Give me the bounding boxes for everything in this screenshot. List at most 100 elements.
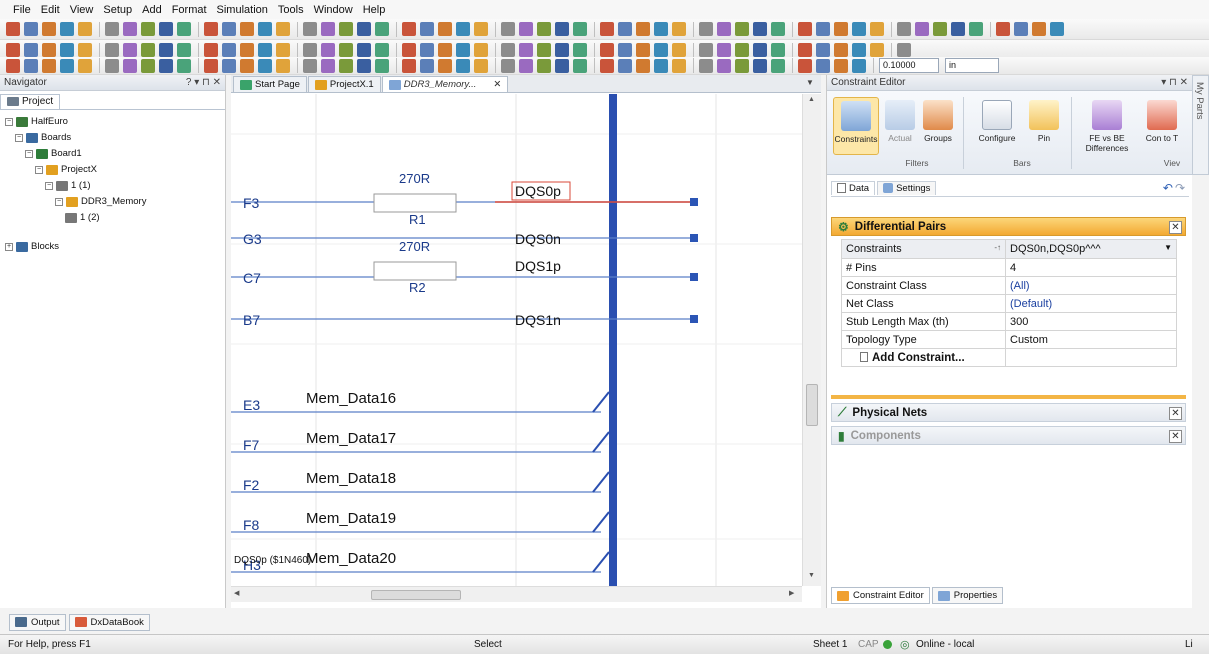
hscroll-thumb[interactable] bbox=[371, 590, 461, 600]
toolbar-tool-icon[interactable] bbox=[501, 43, 515, 57]
toolbar-tool-icon[interactable] bbox=[204, 22, 218, 36]
add-constraint-row[interactable]: Add Constraint... bbox=[841, 348, 1177, 367]
tab-project[interactable]: Project bbox=[0, 94, 61, 109]
toolbar-tool-icon[interactable] bbox=[969, 22, 983, 36]
toolbar-tool-icon[interactable] bbox=[24, 43, 38, 57]
expand-toggle-icon[interactable]: − bbox=[5, 117, 13, 126]
menu-add[interactable]: Add bbox=[137, 4, 167, 16]
menu-setup[interactable]: Setup bbox=[98, 4, 137, 16]
toolbar-tool-icon[interactable] bbox=[240, 43, 254, 57]
tree-item[interactable]: − ProjectX bbox=[35, 163, 97, 176]
toolbar-tool-icon[interactable] bbox=[420, 58, 434, 73]
fe-vs-be-button[interactable]: FE vs BE Differences bbox=[1075, 100, 1139, 153]
toolbar-tool-icon[interactable] bbox=[42, 22, 56, 36]
toolbar-tool-icon[interactable] bbox=[456, 58, 470, 73]
toolbar-tool-icon[interactable] bbox=[375, 58, 389, 73]
toolbar-tool-icon[interactable] bbox=[897, 43, 911, 57]
toolbar-tool-icon[interactable] bbox=[636, 43, 650, 57]
toolbar-tool-icon[interactable] bbox=[222, 58, 236, 73]
toolbar-tool-icon[interactable] bbox=[852, 58, 866, 73]
toolbar-tool-icon[interactable] bbox=[60, 22, 74, 36]
groups-button[interactable]: Groups bbox=[915, 100, 961, 143]
toolbar-tool-icon[interactable] bbox=[357, 58, 371, 73]
toolbar-tool-icon[interactable] bbox=[78, 43, 92, 57]
tree-item[interactable]: − Boards bbox=[15, 131, 71, 144]
toolbar-tool-icon[interactable] bbox=[1032, 22, 1046, 36]
redo-icon[interactable]: ↷ bbox=[1175, 181, 1185, 195]
toolbar-tool-icon[interactable] bbox=[1014, 22, 1028, 36]
tab-dxdatabook[interactable]: DxDataBook bbox=[68, 613, 150, 631]
scroll-thumb[interactable] bbox=[806, 384, 818, 426]
toolbar-tool-icon[interactable] bbox=[654, 22, 668, 36]
toolbar-tool-icon[interactable] bbox=[573, 58, 587, 73]
toolbar-tool-icon[interactable] bbox=[6, 43, 20, 57]
toolbar-tool-icon[interactable] bbox=[555, 58, 569, 73]
close-tab-icon[interactable]: ✕ bbox=[493, 79, 501, 90]
expand-toggle-icon[interactable]: − bbox=[25, 149, 33, 158]
toolbar-tool-icon[interactable] bbox=[303, 58, 317, 73]
toolbar-tool-icon[interactable] bbox=[375, 43, 389, 57]
toolbar-tool-icon[interactable] bbox=[699, 43, 713, 57]
toolbar-tool-icon[interactable] bbox=[654, 43, 668, 57]
tab-settings[interactable]: Settings bbox=[877, 180, 937, 195]
toolbar-tool-icon[interactable] bbox=[303, 43, 317, 57]
toolbar-tool-icon[interactable] bbox=[456, 43, 470, 57]
toolbar-tool-icon[interactable] bbox=[996, 22, 1010, 36]
toolbar-tool-icon[interactable] bbox=[798, 22, 812, 36]
constraint-value[interactable]: 4 bbox=[1005, 258, 1177, 277]
toolbar-tool-icon[interactable] bbox=[870, 22, 884, 36]
table-row[interactable]: Constraint Class (All) bbox=[841, 276, 1177, 295]
toolbar-tool-icon[interactable] bbox=[618, 58, 632, 73]
toolbar-tool-icon[interactable] bbox=[771, 43, 785, 57]
toolbar-tool-icon[interactable] bbox=[735, 58, 749, 73]
menu-view[interactable]: View bbox=[65, 4, 99, 16]
menu-edit[interactable]: Edit bbox=[36, 4, 65, 16]
toolbar-tool-icon[interactable] bbox=[852, 43, 866, 57]
tree-item[interactable]: − Board1 bbox=[25, 147, 82, 160]
close-differential-pairs-icon[interactable]: ✕ bbox=[1169, 221, 1182, 234]
scroll-left-icon[interactable]: ◀ bbox=[234, 589, 239, 597]
toolbar-tool-icon[interactable] bbox=[654, 58, 668, 73]
my-parts-side-tab[interactable]: My Parts bbox=[1192, 75, 1209, 175]
toolbar-tool-icon[interactable] bbox=[60, 58, 74, 73]
toolbar-tool-icon[interactable] bbox=[204, 43, 218, 57]
toolbar-tool-icon[interactable] bbox=[753, 22, 767, 36]
toolbar-tool-icon[interactable] bbox=[636, 22, 650, 36]
expand-toggle-icon[interactable]: − bbox=[35, 165, 43, 174]
con-to-t-button[interactable]: Con to T bbox=[1137, 100, 1187, 143]
tree-item[interactable]: − HalfEuro bbox=[5, 115, 68, 128]
toolbar-tool-icon[interactable] bbox=[555, 43, 569, 57]
toolbar-tool-icon[interactable] bbox=[42, 43, 56, 57]
toolbar-tool-icon[interactable] bbox=[573, 43, 587, 57]
toolbar-tool-icon[interactable] bbox=[501, 58, 515, 73]
toolbar-tool-icon[interactable] bbox=[258, 43, 272, 57]
toolbar-tool-icon[interactable] bbox=[24, 22, 38, 36]
toolbar-tool-icon[interactable] bbox=[276, 43, 290, 57]
toolbar-tool-icon[interactable] bbox=[123, 58, 137, 73]
toolbar-tool-icon[interactable] bbox=[456, 22, 470, 36]
toolbar-tool-icon[interactable] bbox=[573, 22, 587, 36]
table-row[interactable]: # Pins 4 bbox=[841, 258, 1177, 277]
toolbar-tool-icon[interactable] bbox=[672, 43, 686, 57]
toolbar-tool-icon[interactable] bbox=[537, 22, 551, 36]
toolbar-tool-icon[interactable] bbox=[618, 22, 632, 36]
toolbar-tool-icon[interactable] bbox=[474, 58, 488, 73]
toolbar-tool-icon[interactable] bbox=[339, 58, 353, 73]
menu-help[interactable]: Help bbox=[358, 4, 391, 16]
toolbar-tool-icon[interactable] bbox=[78, 22, 92, 36]
vertical-scrollbar[interactable]: ▲ ▼ bbox=[802, 94, 821, 586]
toolbar-tool-icon[interactable] bbox=[123, 22, 137, 36]
tab-data[interactable]: Data bbox=[831, 180, 876, 195]
pair-selector[interactable]: DQS0n,DQS0p^^^ ▼ bbox=[1005, 239, 1177, 259]
tab-constraint-editor[interactable]: Constraint Editor bbox=[831, 587, 930, 604]
toolbar-tool-icon[interactable] bbox=[6, 58, 20, 73]
toolbar-tool-icon[interactable] bbox=[240, 58, 254, 73]
toolbar-tool-icon[interactable] bbox=[870, 43, 884, 57]
toolbar-tool-icon[interactable] bbox=[357, 43, 371, 57]
navigator-window-controls[interactable]: ? ▾ ⊓ ✕ bbox=[182, 77, 221, 88]
expand-toggle-icon[interactable]: − bbox=[15, 133, 23, 142]
scroll-up-icon[interactable]: ▲ bbox=[808, 96, 815, 103]
tree-item[interactable]: − 1 (1) bbox=[45, 179, 91, 192]
constraint-value[interactable]: (Default) bbox=[1005, 294, 1177, 313]
tab-output[interactable]: Output bbox=[9, 613, 66, 631]
